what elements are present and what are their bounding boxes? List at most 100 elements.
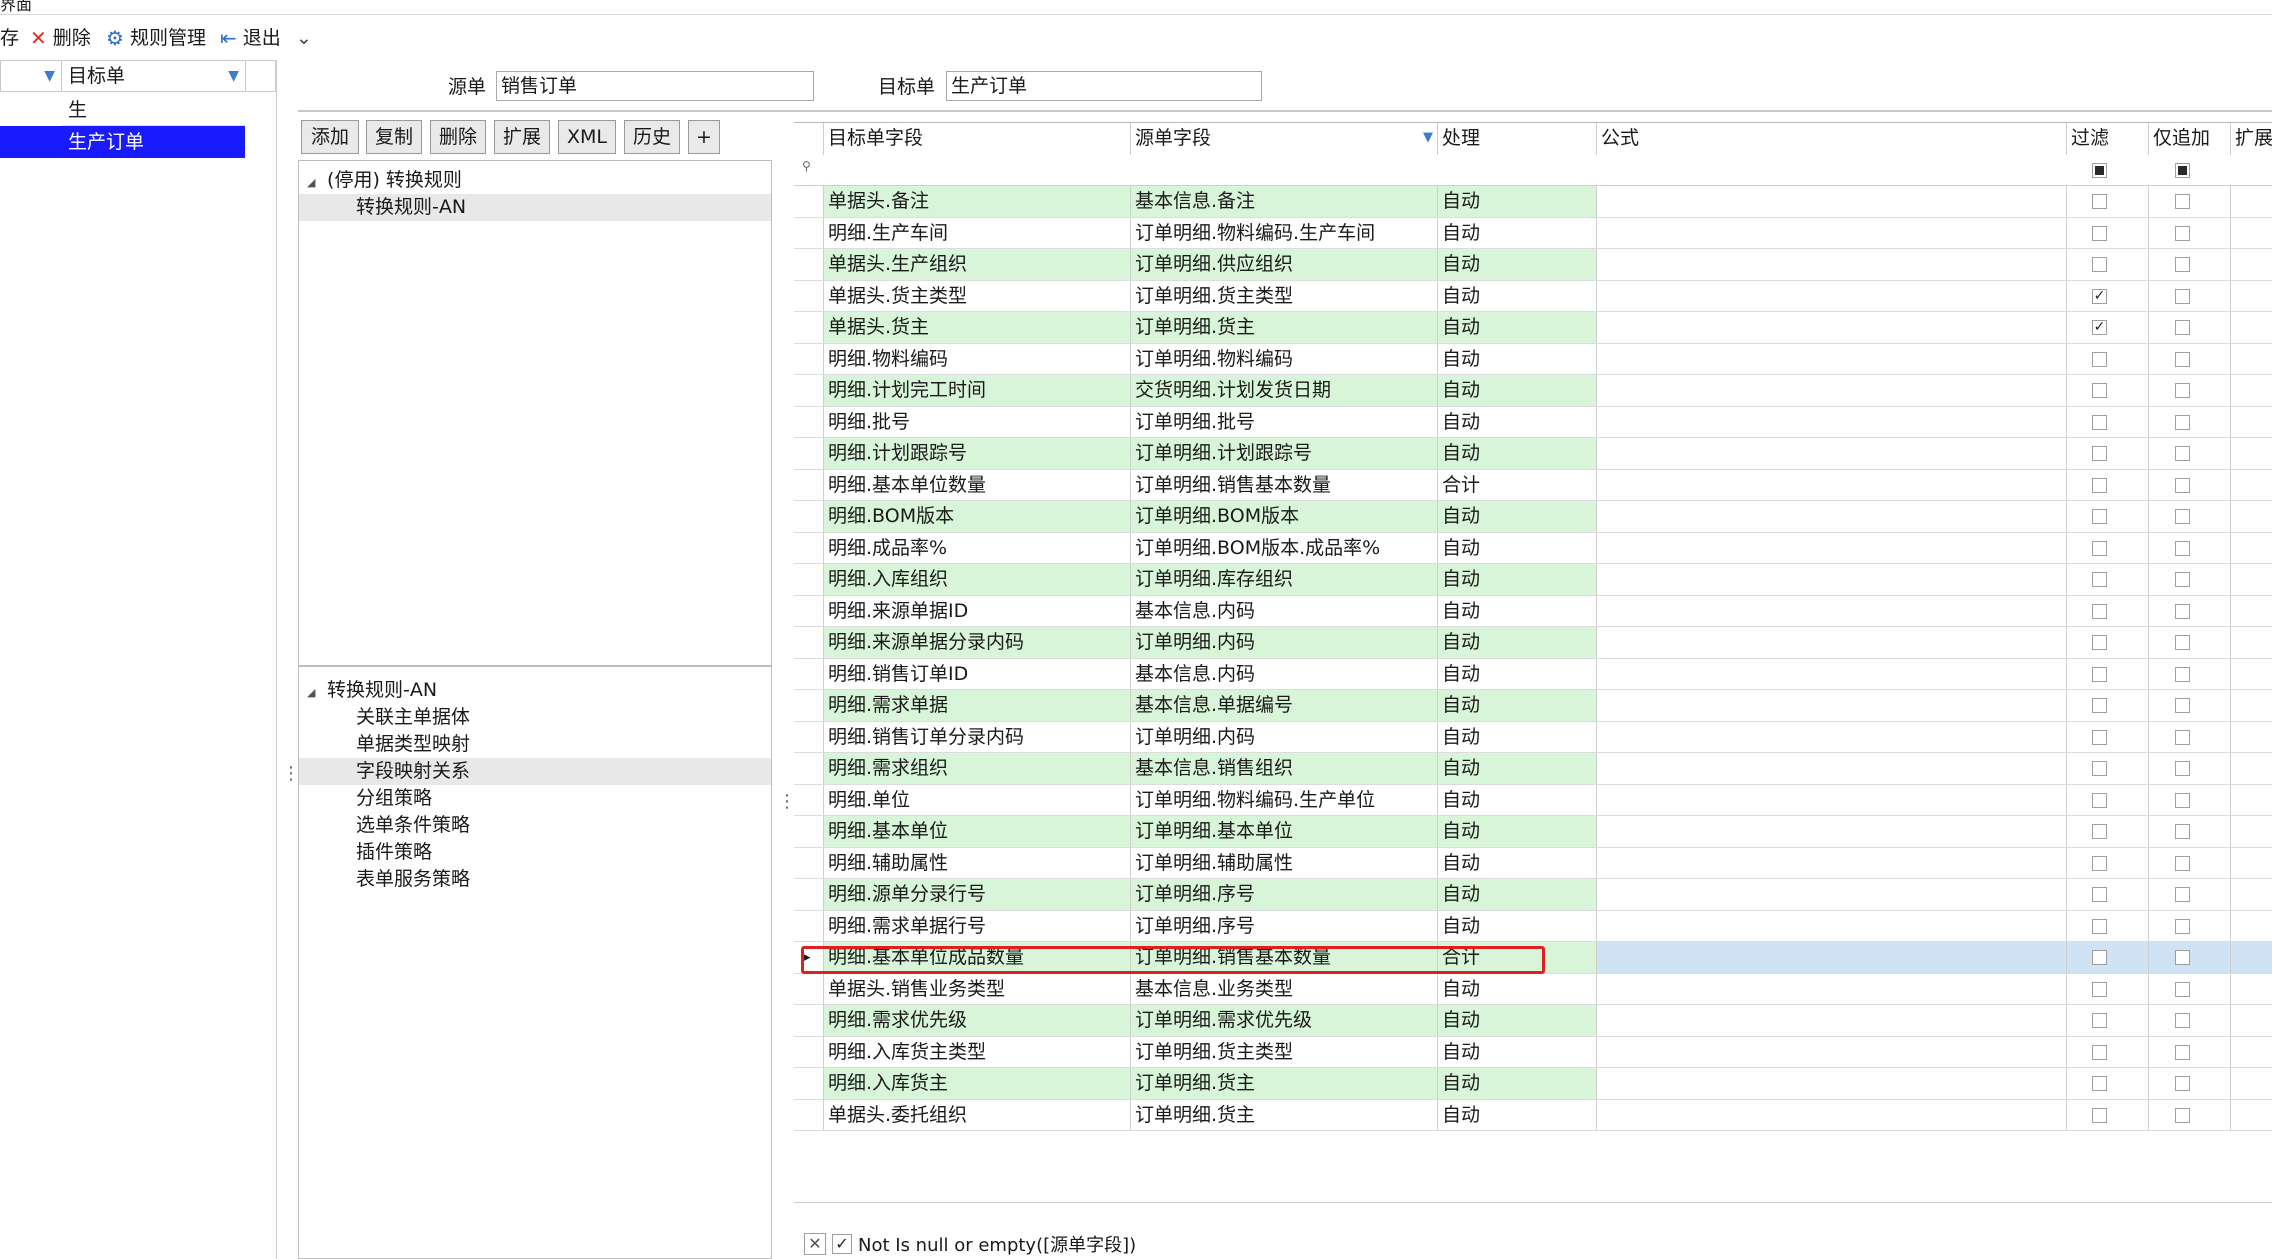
extend-cell[interactable] — [2231, 281, 2272, 312]
source-field-cell[interactable]: 订单明细.批号 — [1131, 406, 1438, 437]
process-cell[interactable]: 自动 — [1438, 847, 1597, 878]
append-only-checkbox[interactable] — [2175, 288, 2190, 304]
column-header-target-field[interactable]: 目标单字段 — [824, 123, 1131, 155]
target-field-cell[interactable]: 明细.基本单位数量 — [824, 469, 1131, 500]
append-only-checkbox[interactable] — [2175, 194, 2190, 209]
table-row[interactable]: 明细.单位 订单明细.物料编码.生产单位 自动 — [794, 784, 2272, 816]
source-field-cell[interactable]: 订单明细.货主 — [1131, 312, 1438, 343]
table-row[interactable]: 明细.源单分录行号 订单明细.序号 自动 — [794, 879, 2272, 911]
target-field-cell[interactable]: 明细.计划完工时间 — [824, 375, 1131, 406]
extend-cell[interactable] — [2231, 974, 2272, 1005]
column-header-append-only[interactable]: 仅追加 — [2149, 123, 2231, 155]
formula-cell[interactable] — [1597, 532, 2067, 563]
collapse-icon[interactable]: ◢ — [307, 679, 321, 706]
formula-cell[interactable] — [1597, 469, 2067, 500]
row-indicator[interactable] — [794, 910, 824, 941]
row-indicator[interactable] — [794, 217, 824, 248]
table-row[interactable]: 明细.入库货主类型 订单明细.货主类型 自动 — [794, 1036, 2272, 1068]
target-field-cell[interactable]: 明细.BOM版本 — [824, 501, 1131, 532]
save-button[interactable]: 存 — [0, 24, 19, 52]
extend-cell[interactable] — [2231, 1005, 2272, 1036]
target-field-cell[interactable]: 明细.批号 — [824, 406, 1131, 437]
target-field-cell[interactable]: 明细.辅助属性 — [824, 847, 1131, 878]
formula-cell[interactable] — [1597, 1005, 2067, 1036]
formula-cell[interactable] — [1597, 312, 2067, 343]
target-field-cell[interactable]: 明细.需求单据行号 — [824, 910, 1131, 941]
table-row[interactable]: 明细.BOM版本 订单明细.BOM版本 自动 — [794, 501, 2272, 533]
source-field-cell[interactable]: 订单明细.需求优先级 — [1131, 1005, 1438, 1036]
policy-item[interactable]: 单据类型映射 — [299, 731, 771, 758]
target-field-cell[interactable]: 明细.物料编码 — [824, 343, 1131, 374]
process-cell[interactable]: 自动 — [1438, 564, 1597, 595]
process-cell[interactable]: 自动 — [1438, 690, 1597, 721]
target-field-cell[interactable]: 明细.基本单位 — [824, 816, 1131, 847]
table-row[interactable]: 明细.辅助属性 订单明细.辅助属性 自动 — [794, 847, 2272, 879]
table-row[interactable]: 明细.基本单位数量 订单明细.销售基本数量 合计 — [794, 469, 2272, 501]
target-field-cell[interactable]: 单据头.销售业务类型 — [824, 973, 1131, 1004]
filter-checkbox[interactable] — [2092, 477, 2107, 493]
process-cell[interactable]: 自动 — [1438, 910, 1597, 941]
policy-item-selected[interactable]: 字段映射关系 — [299, 758, 771, 785]
target-field-cell[interactable]: 明细.需求单据 — [824, 690, 1131, 721]
filter-checkbox[interactable] — [2092, 918, 2107, 934]
table-row[interactable]: 明细.物料编码 订单明细.物料编码 自动 — [794, 343, 2272, 375]
filter-checkbox[interactable] — [2092, 1044, 2107, 1060]
formula-cell[interactable] — [1597, 658, 2067, 689]
append-column-checkbox[interactable] — [2175, 163, 2190, 178]
append-only-checkbox[interactable] — [2175, 1076, 2190, 1091]
table-row[interactable]: 单据头.委托组织 订单明细.货主 自动 — [794, 1099, 2272, 1131]
table-row[interactable]: 单据头.销售业务类型 基本信息.业务类型 自动 — [794, 973, 2272, 1005]
row-indicator[interactable] — [794, 1068, 824, 1099]
extend-cell[interactable] — [2231, 501, 2272, 532]
clear-filter-icon[interactable]: ✕ — [804, 1233, 826, 1255]
append-only-checkbox[interactable] — [2175, 761, 2190, 776]
process-cell[interactable]: 自动 — [1438, 406, 1597, 437]
formula-cell[interactable] — [1597, 690, 2067, 721]
append-only-checkbox[interactable] — [2175, 509, 2190, 524]
column-header-source-field[interactable]: 源单字段 ▼ — [1131, 123, 1438, 155]
source-field-cell[interactable]: 基本信息.单据编号 — [1131, 690, 1438, 721]
append-only-checkbox[interactable] — [2175, 225, 2190, 241]
column-header-extend[interactable]: 扩展 — [2231, 123, 2272, 155]
process-cell[interactable]: 自动 — [1438, 627, 1597, 658]
table-row[interactable]: 明细.计划跟踪号 订单明细.计划跟踪号 自动 — [794, 438, 2272, 470]
append-only-checkbox[interactable] — [2175, 666, 2190, 682]
extend-cell[interactable] — [2231, 470, 2272, 501]
row-indicator[interactable] — [794, 406, 824, 437]
source-field-cell[interactable]: 订单明细.序号 — [1131, 910, 1438, 941]
filter-checkbox[interactable] — [2092, 1013, 2107, 1028]
source-field-cell[interactable]: 基本信息.内码 — [1131, 595, 1438, 626]
table-row[interactable]: 单据头.货主类型 订单明细.货主类型 自动 ✓ — [794, 280, 2272, 312]
formula-cell[interactable] — [1597, 627, 2067, 658]
append-only-checkbox[interactable] — [2175, 698, 2190, 713]
filter-icon[interactable]: ▼ — [228, 61, 239, 91]
filter-checkbox[interactable]: ✓ — [2092, 320, 2107, 335]
source-field-cell[interactable]: 订单明细.货主类型 — [1131, 280, 1438, 311]
policy-item[interactable]: 选单条件策略 — [299, 812, 771, 839]
extend-cell[interactable] — [2231, 218, 2272, 249]
process-cell[interactable]: 自动 — [1438, 280, 1597, 311]
source-field-cell[interactable]: 订单明细.销售基本数量 — [1131, 469, 1438, 500]
source-field-cell[interactable]: 订单明细.BOM版本 — [1131, 501, 1438, 532]
source-field-cell[interactable]: 订单明细.货主 — [1131, 1099, 1438, 1130]
extend-cell[interactable] — [2231, 407, 2272, 438]
row-indicator[interactable] — [794, 438, 824, 469]
add-button[interactable]: 添加 — [301, 120, 359, 154]
row-indicator[interactable] — [794, 564, 824, 595]
table-row[interactable]: 明细.需求优先级 订单明细.需求优先级 自动 — [794, 1005, 2272, 1037]
filter-checkbox[interactable] — [2092, 540, 2107, 556]
row-indicator[interactable] — [794, 343, 824, 374]
history-button[interactable]: 历史 — [624, 120, 680, 154]
extend-cell[interactable] — [2231, 911, 2272, 942]
extend-cell[interactable] — [2231, 785, 2272, 816]
source-field-cell[interactable]: 基本信息.销售组织 — [1131, 753, 1438, 784]
row-indicator[interactable] — [794, 469, 824, 500]
source-field-cell[interactable]: 订单明细.计划跟踪号 — [1131, 438, 1438, 469]
source-field-cell[interactable]: 基本信息.内码 — [1131, 658, 1438, 689]
filter-checkbox[interactable]: ✓ — [2092, 288, 2107, 304]
list-column-header[interactable]: 目标单 ▼ — [61, 60, 246, 92]
extend-cell[interactable] — [2231, 596, 2272, 627]
extend-cell[interactable] — [2231, 659, 2272, 690]
row-indicator[interactable] — [794, 280, 824, 311]
filter-checkbox[interactable] — [2092, 509, 2107, 524]
